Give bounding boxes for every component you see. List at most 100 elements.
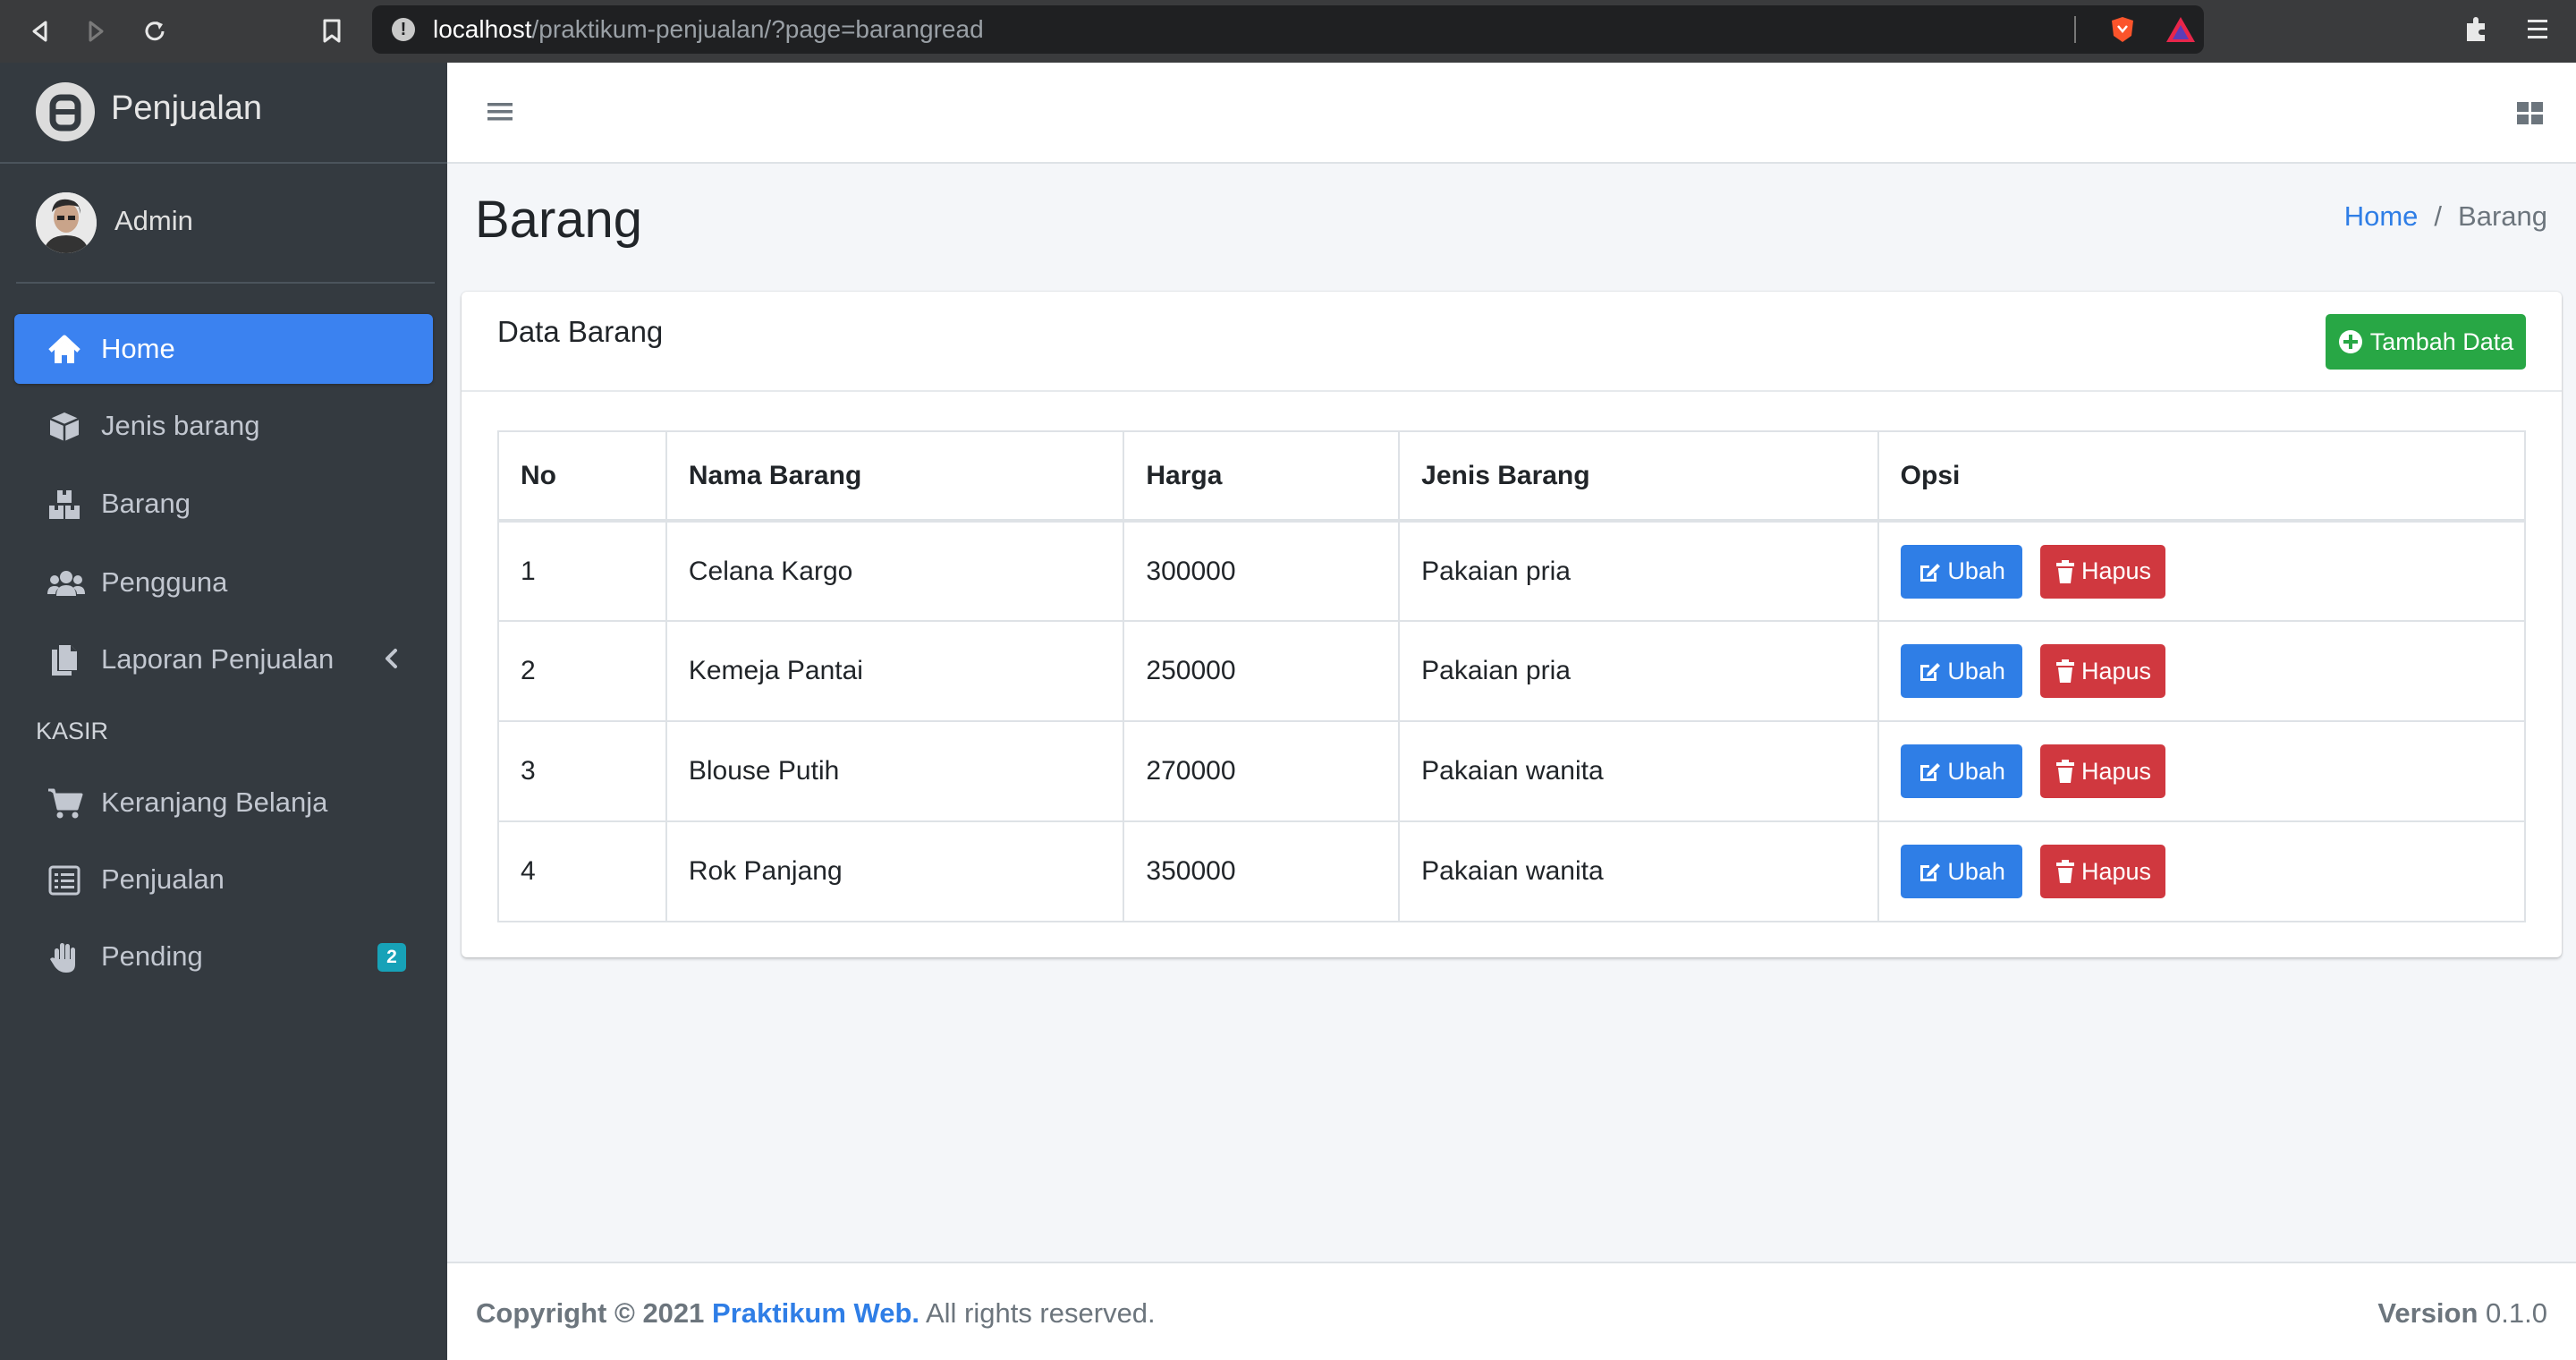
breadcrumb-separator: /	[2434, 200, 2443, 232]
edit-button[interactable]: Ubah	[1900, 744, 2022, 798]
bookmark-icon[interactable]	[313, 13, 351, 50]
chevron-left-icon[interactable]	[377, 644, 406, 673]
cell-jenis-barang: Pakaian pria	[1398, 620, 1879, 722]
breadcrumb: Home / Barang	[2344, 200, 2547, 233]
edit-label: Ubah	[1947, 757, 2005, 785]
cell-jenis-barang: Pakaian wanita	[1398, 820, 1879, 922]
sidebar-item-laporan-penjualan[interactable]: Laporan Penjualan	[14, 625, 433, 694]
url-host: localhost	[433, 15, 532, 43]
cell-opsi: Ubah Hapus	[1877, 720, 2527, 822]
cell-opsi: Ubah Hapus	[1877, 620, 2527, 722]
add-data-button[interactable]: Tambah Data	[2326, 314, 2526, 370]
column-header-jenis-barang: Jenis Barang	[1398, 430, 1879, 523]
table-row: 3 Blouse Putih 270000 Pakaian wanita Uba…	[497, 720, 2527, 822]
sidebar-item-label: Barang	[101, 488, 191, 519]
cell-harga: 300000	[1123, 520, 1401, 622]
sidebar-item-home[interactable]: Home	[14, 314, 433, 384]
delete-button[interactable]: Hapus	[2040, 744, 2166, 798]
sidebar-item-label: Laporan Penjualan	[101, 643, 335, 675]
trash-icon	[2055, 659, 2076, 684]
table-header-row: No Nama Barang Harga Jenis Barang Opsi	[497, 430, 2527, 523]
cell-opsi: Ubah Hapus	[1877, 820, 2527, 922]
cell-nama-barang: Blouse Putih	[665, 720, 1125, 822]
cell-no: 4	[497, 820, 667, 922]
hand-icon	[47, 939, 82, 975]
cell-no: 3	[497, 720, 667, 822]
plus-circle-icon	[2338, 329, 2363, 354]
footer-copyright: Copyright © 2021 Praktikum Web. All righ…	[476, 1297, 1156, 1330]
edit-label: Ubah	[1947, 857, 2005, 885]
footer: Copyright © 2021 Praktikum Web. All righ…	[447, 1262, 2576, 1360]
rights-text: All rights reserved.	[925, 1297, 1156, 1329]
brave-shield-icon[interactable]	[2107, 14, 2138, 45]
delete-button[interactable]: Hapus	[2040, 544, 2166, 599]
box-icon	[47, 409, 82, 445]
sidebar-item-barang[interactable]: Barang	[14, 469, 433, 539]
cell-nama-barang: Rok Panjang	[665, 820, 1125, 922]
sidebar-item-label: Penjualan	[101, 863, 225, 895]
sidebar-item-label: Jenis barang	[101, 410, 260, 441]
trash-icon	[2055, 859, 2076, 884]
edit-button[interactable]: Ubah	[1900, 644, 2022, 698]
user-name: Admin	[114, 205, 193, 236]
sidebar-item-keranjang-belanja[interactable]: Keranjang Belanja	[14, 768, 433, 837]
sidebar-item-label: Keranjang Belanja	[101, 786, 328, 818]
cell-harga: 250000	[1123, 620, 1401, 722]
cell-no: 1	[497, 520, 667, 622]
back-icon[interactable]	[21, 13, 59, 50]
brand-text: Penjualan	[111, 89, 263, 127]
sidebar-item-penjualan[interactable]: Penjualan	[14, 845, 433, 914]
table-row: 4 Rok Panjang 350000 Pakaian wanita Ubah…	[497, 820, 2527, 922]
top-navbar	[447, 63, 2576, 164]
address-divider	[2074, 16, 2076, 43]
site-info-icon[interactable]: !	[392, 18, 415, 41]
data-card: Data Barang Tambah Data No Nama Barang H…	[462, 292, 2562, 957]
delete-button[interactable]: Hapus	[2040, 845, 2166, 898]
avatar	[36, 192, 97, 253]
cell-nama-barang: Celana Kargo	[665, 520, 1125, 622]
brand-link[interactable]: Penjualan	[0, 63, 447, 164]
brand-logo-icon	[36, 82, 95, 141]
cell-nama-barang: Kemeja Pantai	[665, 620, 1125, 722]
extensions-icon[interactable]	[2462, 14, 2494, 47]
copyright-text: Copyright © 2021	[476, 1297, 705, 1329]
browser-menu-icon[interactable]	[2522, 14, 2555, 47]
cell-jenis-barang: Pakaian pria	[1398, 520, 1879, 622]
sidebar-item-pengguna[interactable]: Pengguna	[14, 548, 433, 617]
boxes-icon	[47, 487, 82, 523]
edit-icon	[1917, 759, 1942, 784]
rewards-icon[interactable]	[2165, 14, 2197, 45]
sidebar-item-pending[interactable]: Pending 2	[14, 922, 433, 991]
browser-toolbar: ! localhost/praktikum-penjualan/?page=ba…	[0, 0, 2576, 63]
page-title: Barang	[475, 191, 643, 249]
delete-label: Hapus	[2080, 657, 2152, 684]
column-header-no: No	[497, 430, 667, 523]
trash-icon	[2055, 559, 2076, 584]
sidebar-item-jenis-barang[interactable]: Jenis barang	[14, 391, 433, 461]
delete-button[interactable]: Hapus	[2040, 644, 2166, 698]
cell-opsi: Ubah Hapus	[1877, 520, 2527, 622]
edit-button[interactable]: Ubah	[1900, 845, 2022, 898]
address-bar[interactable]: ! localhost/praktikum-penjualan/?page=ba…	[372, 5, 2204, 54]
edit-icon	[1917, 859, 1942, 884]
home-icon	[47, 332, 82, 368]
forward-icon[interactable]	[77, 13, 114, 50]
cell-harga: 270000	[1123, 720, 1401, 822]
trash-icon	[2055, 759, 2076, 784]
reload-icon[interactable]	[136, 13, 174, 50]
cell-jenis-barang: Pakaian wanita	[1398, 720, 1879, 822]
apps-grid-icon[interactable]	[2515, 98, 2546, 129]
breadcrumb-home-link[interactable]: Home	[2344, 200, 2419, 232]
hamburger-menu-icon[interactable]	[487, 98, 513, 125]
delete-label: Hapus	[2080, 757, 2152, 785]
table-row: 1 Celana Kargo 300000 Pakaian pria Ubah …	[497, 520, 2527, 622]
list-icon	[47, 863, 82, 898]
file-copy-icon	[47, 642, 82, 678]
user-panel[interactable]: Admin	[16, 164, 435, 284]
edit-icon	[1917, 659, 1942, 684]
sidebar-item-label: Pengguna	[101, 566, 228, 598]
edit-button[interactable]: Ubah	[1900, 544, 2022, 599]
data-table: No Nama Barang Harga Jenis Barang Opsi 1…	[497, 430, 2527, 922]
sidebar-item-label: Pending	[101, 940, 203, 972]
footer-brand-link[interactable]: Praktikum Web.	[712, 1297, 919, 1329]
